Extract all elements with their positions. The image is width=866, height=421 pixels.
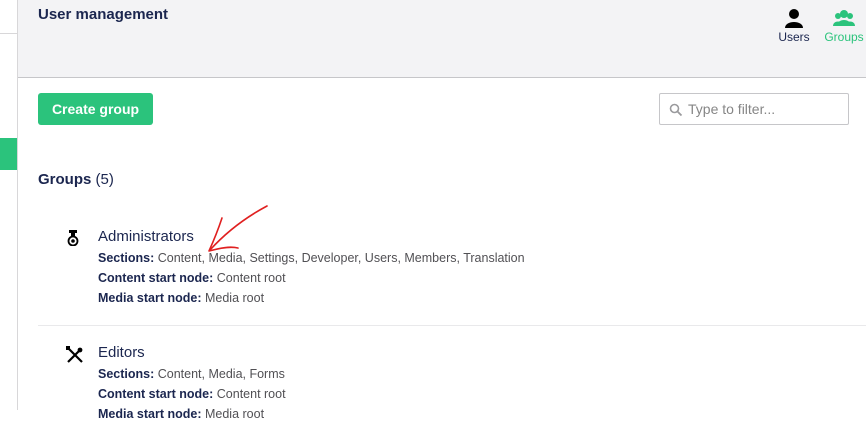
nav-users-label: Users <box>778 30 810 44</box>
group-content-start-node: Content start node: Content root <box>98 271 286 285</box>
sections-label: Sections: <box>98 367 155 381</box>
content-start-label: Content start node: <box>98 271 214 285</box>
content-start-value: Content root <box>216 387 286 401</box>
group-name[interactable]: Administrators <box>98 228 194 245</box>
red-arrow-annotation <box>208 205 268 252</box>
sidebar-search-field[interactable] <box>0 0 17 34</box>
sections-value: Content, Media, Forms <box>157 367 285 381</box>
group-media-start-node: Media start node: Media root <box>98 291 264 305</box>
media-start-value: Media root <box>204 291 265 305</box>
page-header: User management Users Groups <box>18 0 866 78</box>
media-start-value: Media root <box>204 407 265 421</box>
left-sidebar-strip <box>0 0 18 410</box>
groups-icon <box>833 10 855 26</box>
content-start-label: Content start node: <box>98 387 214 401</box>
page-title: User management <box>38 6 169 23</box>
filter-box[interactable] <box>659 93 849 125</box>
group-sections: Sections: Content, Media, Settings, Deve… <box>98 251 525 265</box>
sidebar-active-marker[interactable] <box>0 138 17 170</box>
search-icon <box>669 103 683 117</box>
group-divider <box>38 325 866 326</box>
group-sections: Sections: Content, Media, Forms <box>98 367 285 381</box>
group-media-start-node: Media start node: Media root <box>98 407 264 421</box>
section-nav: Users Groups <box>772 8 866 44</box>
nav-groups[interactable]: Groups <box>822 8 866 44</box>
medal-icon <box>67 230 79 246</box>
group-name[interactable]: Editors <box>98 344 145 361</box>
groups-heading-label: Groups <box>38 171 92 188</box>
media-start-label: Media start node: <box>98 291 202 305</box>
sections-label: Sections: <box>98 251 155 265</box>
user-icon <box>785 9 803 28</box>
nav-groups-label: Groups <box>824 30 864 44</box>
tools-icon <box>66 346 83 363</box>
group-content-start-node: Content start node: Content root <box>98 387 286 401</box>
filter-input[interactable] <box>688 98 843 120</box>
nav-users[interactable]: Users <box>772 8 816 44</box>
content-start-value: Content root <box>216 271 286 285</box>
create-group-button[interactable]: Create group <box>38 93 153 125</box>
groups-count: (5) <box>95 171 114 188</box>
media-start-label: Media start node: <box>98 407 202 421</box>
groups-heading: Groups (5) <box>38 171 114 188</box>
